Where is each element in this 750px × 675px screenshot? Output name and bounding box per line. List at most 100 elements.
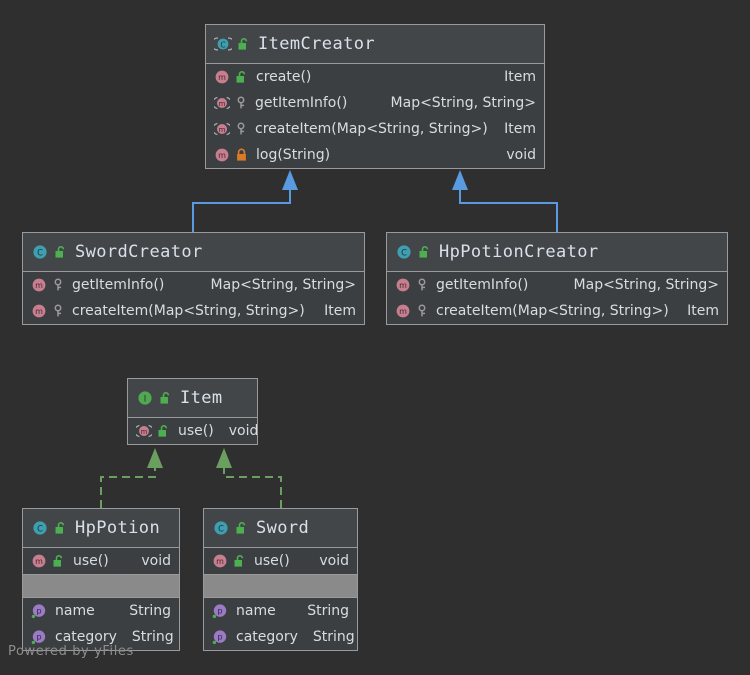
uml-class-hppotion[interactable]: C HpPotion m use() void p name String p … — [22, 508, 180, 651]
lock-open-public-icon — [157, 424, 170, 438]
member-row[interactable]: m createItem(Map<String, String>) Item — [387, 298, 727, 324]
field-row[interactable]: p name String — [23, 598, 179, 624]
field-name-label: name — [236, 603, 276, 619]
method-icon: m — [214, 147, 230, 163]
svg-text:m: m — [35, 281, 43, 290]
fields-section-hppotion: p name String p category String — [23, 598, 179, 650]
svg-text:C: C — [401, 247, 407, 257]
member-type-label: void — [228, 423, 258, 439]
member-row[interactable]: m getItemInfo() Map<String, String> — [206, 90, 544, 116]
property-icon: p — [212, 629, 228, 645]
member-type-label: Item — [504, 69, 536, 85]
section-separator-band — [204, 574, 357, 598]
lock-open-public-icon — [52, 554, 65, 568]
lock-closed-private-icon — [235, 148, 248, 162]
abstract-method-icon: m — [214, 121, 230, 137]
members-section-hppotioncreator: m getItemInfo() Map<String, String> m cr… — [387, 272, 727, 324]
member-row[interactable]: m create() Item — [206, 64, 544, 90]
field-name-label: category — [236, 629, 298, 645]
class-name-label: Sword — [256, 518, 310, 538]
field-row[interactable]: p name String — [204, 598, 357, 624]
method-icon: m — [214, 69, 230, 85]
uml-interface-item[interactable]: I Item m use() void — [127, 378, 258, 445]
member-row[interactable]: m use() void — [204, 548, 357, 574]
member-type-label: Map<String, String> — [210, 277, 356, 293]
member-name-label: createItem(Map<String, String>) — [436, 303, 669, 319]
svg-text:p: p — [217, 607, 222, 616]
fields-section-sword: p name String p category String — [204, 598, 357, 650]
svg-text:I: I — [144, 393, 146, 403]
member-type-label: void — [506, 147, 536, 163]
svg-text:m: m — [218, 73, 226, 82]
key-protected-icon — [235, 122, 247, 136]
svg-text:p: p — [36, 633, 41, 642]
member-name-label: getItemInfo() — [436, 277, 529, 293]
uml-class-sword[interactable]: C Sword m use() void p name String p cat… — [203, 508, 358, 651]
field-type-label: String — [129, 603, 171, 619]
yfiles-watermark: Powered by yFiles — [8, 644, 134, 659]
class-name-label: HpPotion — [75, 518, 161, 538]
svg-text:m: m — [35, 307, 43, 316]
svg-text:m: m — [399, 281, 407, 290]
svg-text:m: m — [218, 151, 226, 160]
member-name-label: use() — [178, 423, 214, 439]
svg-text:C: C — [37, 523, 43, 533]
member-row[interactable]: m use() void — [128, 418, 257, 444]
method-icon: m — [395, 277, 411, 293]
methods-section-sword: m use() void — [204, 548, 357, 574]
svg-text:C: C — [220, 40, 225, 49]
member-row[interactable]: m log(String) void — [206, 142, 544, 168]
svg-text:m: m — [218, 125, 225, 134]
node-header-swordcreator: C SwordCreator — [23, 233, 364, 272]
class-icon: C — [31, 243, 49, 261]
abstract-method-icon: m — [214, 95, 230, 111]
uml-class-itemcreator[interactable]: C ItemCreator m create() Item m getItemI… — [205, 24, 545, 169]
svg-text:m: m — [216, 557, 224, 566]
member-row[interactable]: m createItem(Map<String, String>) Item — [23, 298, 364, 324]
member-type-label: void — [319, 553, 349, 569]
lock-open-public-icon — [54, 245, 67, 259]
svg-text:p: p — [217, 633, 222, 642]
member-name-label: createItem(Map<String, String>) — [72, 303, 305, 319]
lock-open-public-icon — [233, 554, 246, 568]
key-protected-icon — [416, 278, 428, 292]
field-row[interactable]: p category String — [204, 624, 357, 650]
member-row[interactable]: m getItemInfo() Map<String, String> — [387, 272, 727, 298]
field-type-label: String — [131, 629, 174, 645]
svg-text:p: p — [36, 607, 41, 616]
key-protected-icon — [52, 278, 64, 292]
uml-class-hppotioncreator[interactable]: C HpPotionCreator m getItemInfo() Map<St… — [386, 232, 728, 325]
lock-open-public-icon — [418, 245, 431, 259]
method-icon: m — [395, 303, 411, 319]
field-type-label: String — [307, 603, 349, 619]
uml-class-swordcreator[interactable]: C SwordCreator m getItemInfo() Map<Strin… — [22, 232, 365, 325]
class-icon: C — [212, 519, 230, 537]
members-section-swordcreator: m getItemInfo() Map<String, String> m cr… — [23, 272, 364, 324]
node-header-hppotioncreator: C HpPotionCreator — [387, 233, 727, 272]
member-row[interactable]: m use() void — [23, 548, 179, 574]
lock-open-public-icon — [235, 70, 248, 84]
edge-swordcreator-extends-itemcreator — [192, 170, 298, 232]
field-type-label: String — [312, 629, 355, 645]
method-icon: m — [31, 277, 47, 293]
lock-open-public-icon — [235, 521, 248, 535]
method-icon: m — [212, 553, 228, 569]
field-name-label: name — [55, 603, 95, 619]
member-name-label: use() — [73, 553, 109, 569]
member-row[interactable]: m createItem(Map<String, String>) Item — [206, 116, 544, 142]
member-name-label: getItemInfo() — [72, 277, 165, 293]
method-icon: m — [31, 553, 47, 569]
interface-icon: I — [136, 389, 154, 407]
edge-hppotion-implements-item — [100, 448, 163, 508]
svg-text:m: m — [218, 99, 225, 108]
key-protected-icon — [52, 304, 64, 318]
property-icon: p — [212, 603, 228, 619]
node-header-sword: C Sword — [204, 509, 357, 548]
methods-section-hppotion: m use() void — [23, 548, 179, 574]
node-header-item: I Item — [128, 379, 257, 418]
property-icon: p — [31, 603, 47, 619]
member-row[interactable]: m getItemInfo() Map<String, String> — [23, 272, 364, 298]
member-type-label: Item — [687, 303, 719, 319]
svg-text:m: m — [399, 307, 407, 316]
lock-open-public-icon — [54, 521, 67, 535]
